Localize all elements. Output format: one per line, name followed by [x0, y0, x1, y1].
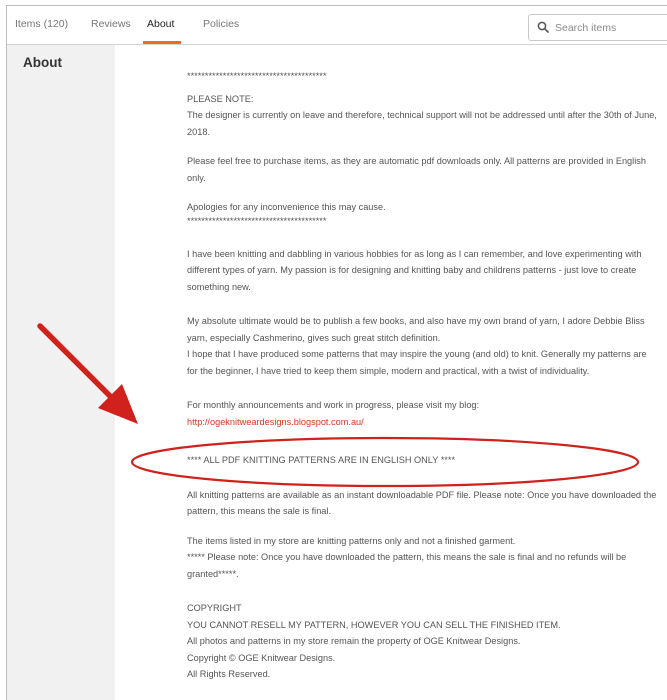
patterns-paragraph: I hope that I have produced some pattern… — [187, 349, 647, 376]
active-tab-indicator — [143, 41, 181, 44]
blog-intro: For monthly announcements and work in pr… — [187, 400, 480, 410]
shop-tab-bar: Items (120) Reviews About Policies — [7, 6, 667, 45]
tab-policies[interactable]: Policies — [203, 18, 239, 30]
stars-divider-top: *************************************** — [187, 71, 327, 81]
stars-divider-bottom: *************************************** — [187, 215, 327, 226]
english-only-notice: **** ALL PDF KNITTING PATTERNS ARE IN EN… — [187, 455, 456, 465]
page-title: About — [23, 55, 62, 70]
no-refund-note: ***** Please note: Once you have downloa… — [187, 552, 627, 579]
copyright-line-4: All Rights Reserved. — [187, 669, 271, 679]
store-items-note: The items listed in my store are knittin… — [187, 535, 516, 546]
note-paragraph-2: Please feel free to purchase items, as t… — [187, 156, 646, 183]
download-info-paragraph: All knitting patterns are available as a… — [187, 489, 657, 517]
search-input[interactable] — [553, 18, 667, 38]
shop-frame: Items (120) Reviews About Policies About… — [6, 5, 667, 700]
intro-paragraph: I have been knitting and dabbling in var… — [187, 248, 642, 292]
copyright-title: COPYRIGHT — [187, 603, 242, 613]
note-paragraph-1: The designer is currently on leave and t… — [187, 110, 657, 137]
sidebar-panel — [7, 45, 115, 700]
copyright-line-2: All photos and patterns in my store rema… — [187, 636, 521, 646]
note-title: PLEASE NOTE: — [187, 93, 254, 104]
copyright-line-3: Copyright © OGE Knitwear Designs. — [187, 652, 336, 663]
tab-reviews[interactable]: Reviews — [91, 18, 131, 30]
tab-about[interactable]: About — [147, 18, 174, 30]
blog-link[interactable]: http://ogeknitweardesigns.blogspot.com.a… — [187, 417, 364, 427]
ambition-paragraph: My absolute ultimate would be to publish… — [187, 316, 645, 343]
search-box[interactable] — [528, 14, 667, 41]
note-paragraph-3: Apologies for any inconvenience this may… — [187, 202, 386, 212]
tab-items[interactable]: Items (120) — [15, 18, 68, 30]
copyright-line-1: YOU CANNOT RESELL MY PATTERN, HOWEVER YO… — [187, 619, 561, 630]
about-content: *************************************** … — [187, 68, 657, 683]
search-icon — [537, 21, 549, 33]
